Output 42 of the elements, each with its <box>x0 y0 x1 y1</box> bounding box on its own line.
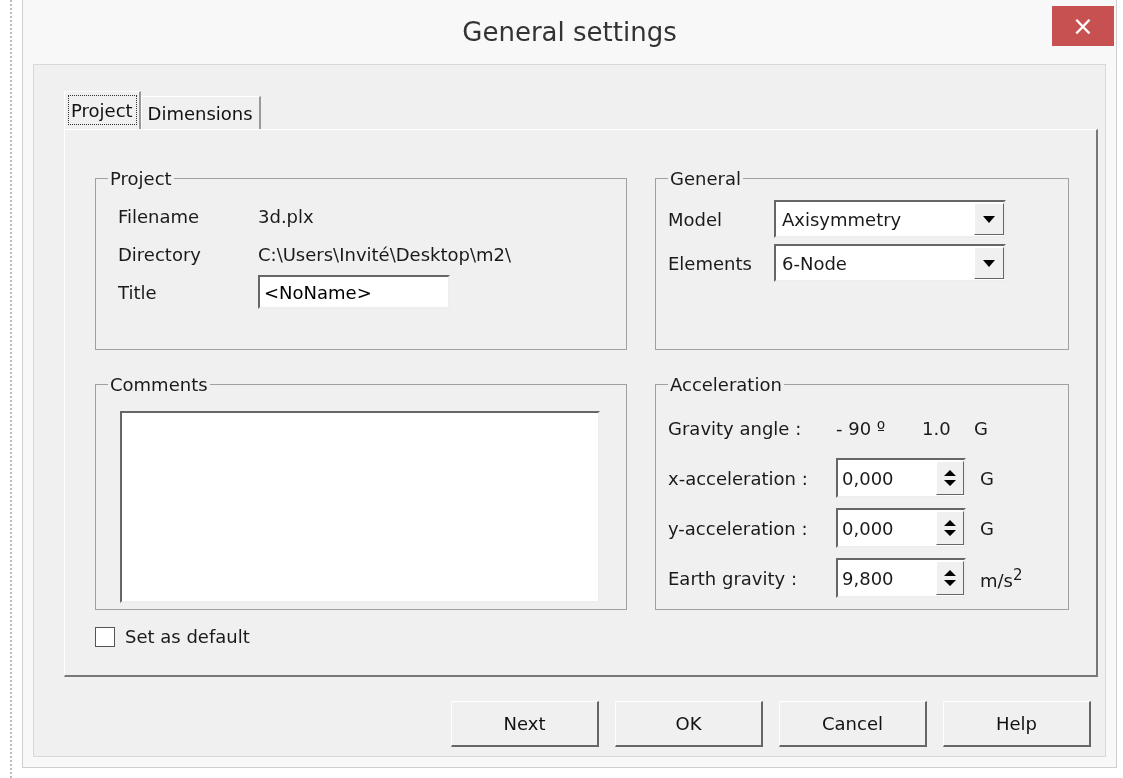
title-field[interactable]: <NoName> <box>258 275 450 309</box>
dialog-button[interactable]: Cancel <box>779 701 927 747</box>
spin-field[interactable]: 0,000 <box>836 508 966 548</box>
field-label: y-acceleration : <box>668 517 809 539</box>
unit-label: G <box>980 517 994 539</box>
field-label: Gravity angle : <box>668 417 803 439</box>
field-label: Earth gravity : <box>668 567 798 589</box>
tab[interactable]: Project <box>64 91 141 129</box>
unit-label: G <box>980 467 994 489</box>
angle-value: - 90 º <box>836 417 887 439</box>
caret-icon <box>983 259 995 267</box>
field-label: x-acceleration : <box>668 467 809 489</box>
group-title: Comments <box>109 374 209 395</box>
spinner-arrows-icon <box>944 469 956 487</box>
spinner-arrows-icon <box>944 569 956 587</box>
close-button[interactable]: × <box>1052 6 1114 46</box>
unit-label: m/s$^{2}$ <box>980 565 1023 591</box>
group-title: General <box>669 168 742 189</box>
field-label: Title <box>118 281 158 303</box>
set-as-default-checkbox[interactable]: Set as default <box>95 626 250 647</box>
window-title: General settings <box>462 17 677 47</box>
dropdown[interactable]: 6-Node <box>774 244 1006 282</box>
unit-label: G <box>974 417 988 439</box>
caret-icon <box>983 215 995 223</box>
dropdown[interactable]: Axisymmetry <box>774 200 1006 238</box>
group-title: Project <box>109 168 173 189</box>
field-label: Directory <box>118 243 202 265</box>
field-label: Elements <box>668 252 753 274</box>
spin-field[interactable]: 9,800 <box>836 558 966 598</box>
spin-field[interactable]: 0,000 <box>836 458 966 498</box>
magnitude-value: 1.0 <box>922 417 952 439</box>
dialog-button[interactable]: Next <box>451 701 599 747</box>
field-value: 3d.plx <box>258 205 314 227</box>
tab[interactable]: Dimensions <box>140 96 261 129</box>
dialog-button[interactable]: OK <box>615 701 763 747</box>
group-title: Acceleration <box>669 374 783 395</box>
spinner-arrows-icon <box>944 519 956 537</box>
dialog-button[interactable]: Help <box>943 701 1091 747</box>
field-label: Model <box>668 208 724 230</box>
field-value: C:\Users\Invité\Desktop\m2\ <box>258 243 512 265</box>
comments-field[interactable] <box>120 411 600 603</box>
field-label: Filename <box>118 205 201 227</box>
